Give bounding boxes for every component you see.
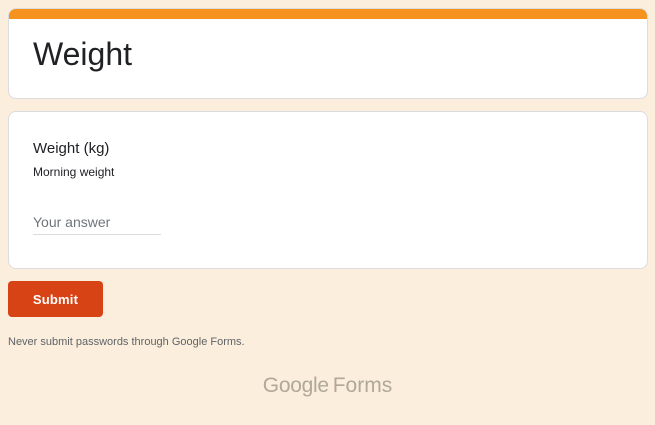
question-card: Weight (kg) Morning weight bbox=[8, 111, 648, 269]
logo-product-text: Forms bbox=[332, 374, 393, 397]
question-description: Morning weight bbox=[33, 165, 115, 179]
form-header-card: Weight bbox=[8, 8, 648, 99]
google-forms-logo[interactable]: Google Forms bbox=[0, 372, 655, 400]
question-title: Weight (kg) bbox=[33, 140, 110, 157]
logo-brand-text: Google bbox=[262, 374, 329, 397]
header-accent-bar bbox=[9, 9, 647, 19]
form-title: Weight bbox=[33, 36, 133, 72]
submit-button[interactable]: Submit bbox=[8, 281, 103, 317]
answer-input[interactable] bbox=[33, 209, 161, 235]
password-disclaimer: Never submit passwords through Google Fo… bbox=[8, 336, 245, 348]
